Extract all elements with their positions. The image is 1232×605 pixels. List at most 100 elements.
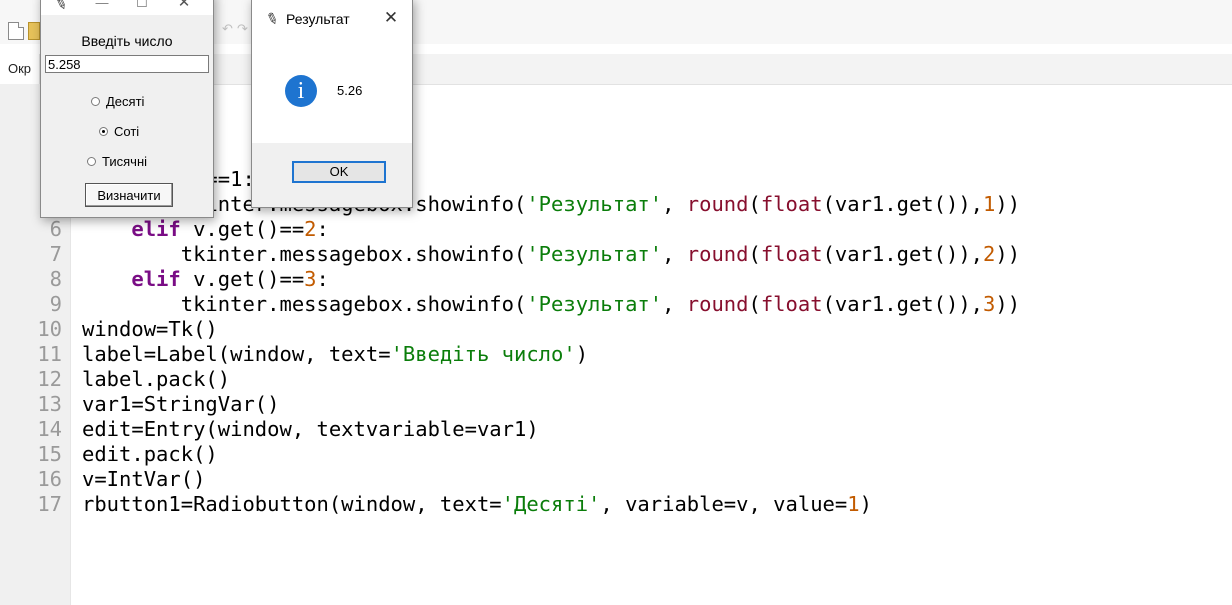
code-token: window=Tk() <box>82 317 218 341</box>
line-number: 17 <box>37 492 62 516</box>
code-token: 'Введіть число' <box>390 342 576 366</box>
code-token: , variable=v, value= <box>600 492 848 516</box>
code-token: 2 <box>304 217 317 241</box>
radio-tenths[interactable]: Десяті <box>91 93 144 111</box>
code-token: 2 <box>983 242 996 266</box>
line-number: 15 <box>37 442 62 466</box>
ok-button[interactable]: OK <box>292 161 386 183</box>
code-line: 15 edit.pack() <box>0 442 1232 467</box>
code-line: 16 v=IntVar() <box>0 467 1232 492</box>
maximize-icon[interactable]: ☐ <box>127 0 157 11</box>
determine-button[interactable]: Визначити <box>85 183 173 207</box>
code-token: var1=StringVar() <box>82 392 280 416</box>
radio-indicator <box>87 157 96 166</box>
code-token: 'Результат' <box>526 192 663 216</box>
code-token: )) <box>995 242 1021 266</box>
code-token: (var1.get()), <box>822 292 984 316</box>
messagebox-text: 5.26 <box>337 83 363 98</box>
tab-file[interactable]: Окр <box>0 54 41 84</box>
code-token: tkinter.messagebox.showinfo( <box>82 292 527 316</box>
open-folder-icon[interactable] <box>28 22 40 40</box>
code-line: 13 var1=StringVar() <box>0 392 1232 417</box>
code-token: round <box>686 292 749 316</box>
line-number: 13 <box>37 392 62 416</box>
code-text: v=IntVar() <box>82 467 205 492</box>
code-token: label.pack() <box>82 367 231 391</box>
minimize-icon[interactable]: — <box>87 0 117 11</box>
radio-indicator <box>99 127 108 136</box>
code-token: ( <box>748 242 761 266</box>
code-text: rbutton1=Radiobutton(window, text='Десят… <box>82 492 872 517</box>
tk-title-bar[interactable]: ✎ — ☐ ✕ <box>41 0 213 15</box>
radio-label: Десяті <box>106 94 145 109</box>
code-line: 14 edit=Entry(window, textvariable=var1) <box>0 417 1232 442</box>
code-token: rbutton1=Radiobutton(window, text= <box>82 492 502 516</box>
code-text: tkinter.messagebox.showinfo('Результат',… <box>82 292 1020 317</box>
code-token: 3 <box>304 267 317 291</box>
code-token: 'Результат' <box>526 242 663 266</box>
code-token: , <box>662 242 687 266</box>
info-icon: i <box>285 75 317 107</box>
code-token: (var1.get()), <box>822 242 984 266</box>
close-icon[interactable]: ✕ <box>378 8 404 28</box>
code-token: edit=Entry(window, textvariable=var1) <box>82 417 539 441</box>
code-text: elif v.get()==2: <box>82 217 328 242</box>
code-line: 8 elif v.get()==3: <box>0 267 1232 292</box>
line-number: 11 <box>37 342 62 366</box>
line-number: 6 <box>49 217 62 241</box>
radio-label: Тисячні <box>102 154 148 169</box>
code-token: 1 <box>847 492 860 516</box>
code-token: ( <box>748 192 761 216</box>
code-token: elif <box>131 267 181 291</box>
line-number: 7 <box>49 242 62 266</box>
code-token: 'Десяті' <box>501 492 601 516</box>
code-token: v.get()== <box>180 217 305 241</box>
code-text: label.pack() <box>82 367 230 392</box>
code-text: elif v.get()==3: <box>82 267 329 292</box>
line-number: 8 <box>49 267 62 291</box>
code-token: 1 <box>983 192 996 216</box>
code-token: label=Label(window, text= <box>82 342 391 366</box>
code-line: 9 tkinter.messagebox.showinfo('Результат… <box>0 292 1232 317</box>
code-text: tkinter.messagebox.showinfo('Результат',… <box>82 192 1020 217</box>
code-line: 10 window=Tk() <box>0 317 1232 342</box>
line-number: 10 <box>37 317 62 341</box>
code-line: 17 rbutton1=Radiobutton(window, text='Дес… <box>0 492 1232 517</box>
new-file-icon[interactable] <box>8 22 24 40</box>
code-text: label=Label(window, text='Введіть число'… <box>82 342 588 367</box>
line-number: 9 <box>49 292 62 316</box>
radio-thousandths[interactable]: Тисячні <box>87 153 147 171</box>
code-token: )) <box>995 192 1021 216</box>
radio-indicator <box>91 97 100 106</box>
messagebox-title: Результат <box>286 11 350 27</box>
code-token: v=IntVar() <box>82 467 206 491</box>
code-token: )) <box>995 292 1021 316</box>
code-token: elif <box>131 217 181 241</box>
close-icon[interactable]: ✕ <box>169 0 199 11</box>
undo-icon[interactable]: ↶ ↷ <box>222 22 252 38</box>
code-token: 'Результат' <box>526 292 663 316</box>
code-line: 11 label=Label(window, text='Введіть числ… <box>0 342 1232 367</box>
code-text: tkinter.messagebox.showinfo('Результат',… <box>82 242 1020 267</box>
line-number: 12 <box>37 367 62 391</box>
code-text: edit.pack() <box>82 442 218 467</box>
number-entry[interactable]: 5.258 <box>45 55 209 73</box>
code-token: float <box>760 192 823 216</box>
code-token: (var1.get()), <box>822 192 984 216</box>
code-token: edit.pack() <box>82 442 218 466</box>
radio-hundredths[interactable]: Соті <box>99 123 139 141</box>
code-line: 6 elif v.get()==2: <box>0 217 1232 242</box>
code-token: 3 <box>983 292 996 316</box>
line-number: 16 <box>37 467 62 491</box>
code-text: window=Tk() <box>82 317 218 342</box>
code-token: float <box>760 292 823 316</box>
code-token: round <box>686 242 749 266</box>
messagebox-body: i 5.26 <box>252 39 412 143</box>
feather-icon: ✎ <box>263 9 281 30</box>
messagebox-title-bar[interactable]: ✎ Результат ✕ <box>252 0 412 39</box>
code-token: v.get()== <box>180 267 305 291</box>
code-token: tkinter.messagebox.showinfo( <box>82 242 527 266</box>
code-token: : <box>316 267 329 291</box>
code-token: , <box>662 192 687 216</box>
